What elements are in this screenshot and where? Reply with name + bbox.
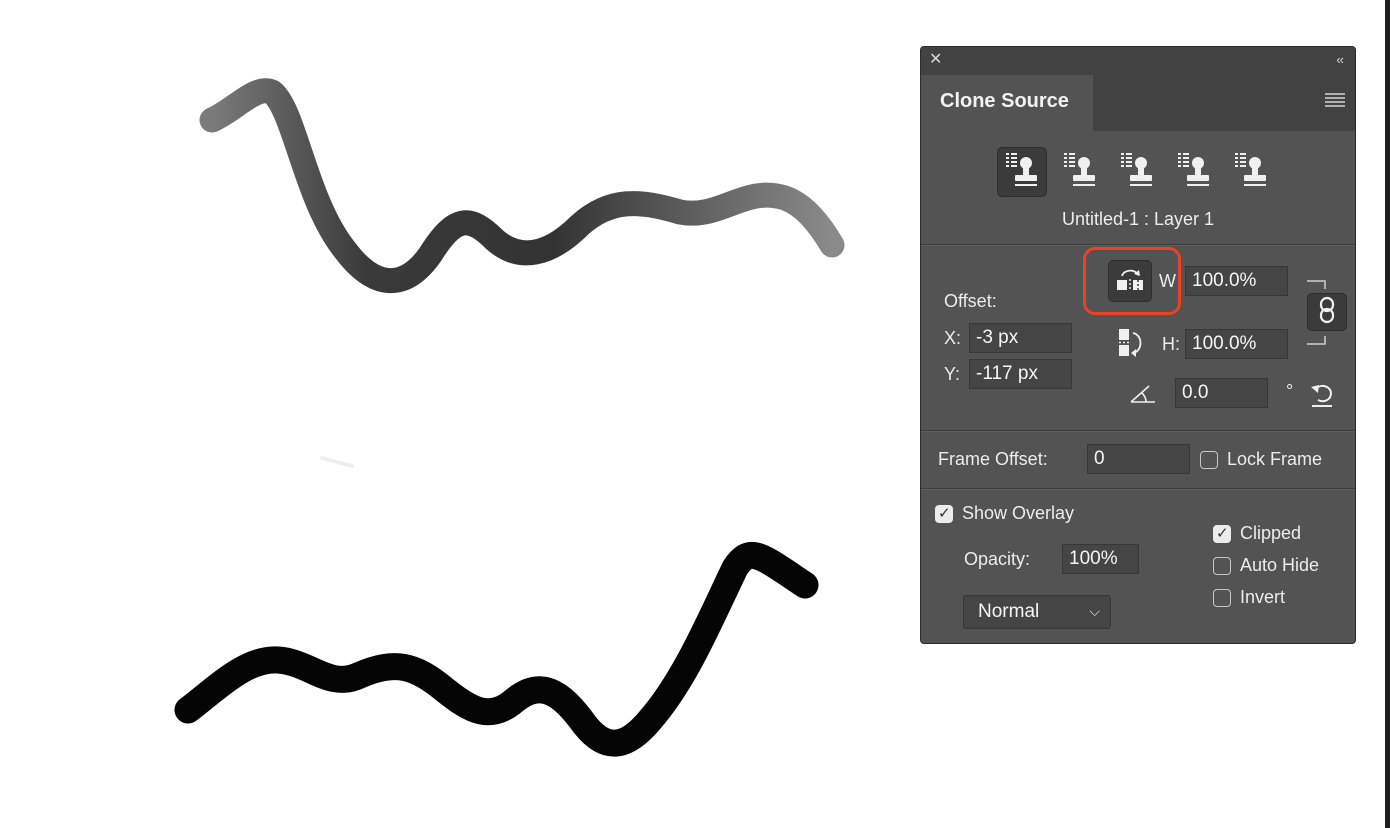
angle-field[interactable]: 0.0 (1175, 378, 1268, 408)
maintain-aspect-button[interactable] (1307, 293, 1347, 331)
width-field[interactable]: 100.0% (1185, 266, 1288, 296)
opacity-field[interactable]: 100% (1062, 544, 1139, 574)
clone-source-button-1[interactable] (997, 147, 1047, 197)
invert-checkbox[interactable] (1213, 589, 1231, 607)
tab-label: Clone Source (940, 90, 1069, 112)
offset-y-label: Y: (944, 364, 961, 384)
width-label: W (1159, 271, 1176, 291)
show-overlay-checkbox[interactable] (935, 504, 953, 523)
offset-x-label: X: (944, 328, 962, 348)
faint-mark (320, 456, 354, 468)
offset-label: Offset: (944, 291, 997, 311)
degree-symbol: ° (1286, 381, 1294, 401)
frame-offset-label: Frame Offset: (938, 449, 1048, 469)
clone-stamp-icon (1178, 152, 1210, 192)
blend-mode-select[interactable]: Normal ⌵ (963, 595, 1111, 629)
angle-icon (1129, 383, 1157, 410)
clipped-label: Clipped (1240, 523, 1302, 543)
height-label: H: (1162, 334, 1180, 354)
chevron-down-icon: ⌵ (1089, 603, 1100, 619)
brush-stroke (174, 541, 819, 757)
divider (921, 430, 1355, 431)
clone-stamp-icon (1235, 152, 1267, 192)
offset-y-field[interactable]: -117 px (969, 359, 1072, 389)
collapse-icon[interactable]: ‹‹ (1336, 52, 1344, 68)
clone-source-button-5[interactable] (1226, 147, 1276, 197)
clone-source-button-4[interactable] (1169, 147, 1219, 197)
reset-transform-icon[interactable] (1308, 380, 1336, 413)
clone-source-panel: ✕ ‹‹ Clone Source Untitled-1 : Layer 1 O… (920, 46, 1356, 644)
clone-stamp-icon (1006, 152, 1038, 192)
lock-frame-checkbox[interactable] (1200, 451, 1218, 469)
opacity-label: Opacity: (964, 549, 1031, 569)
offset-x-field[interactable]: -3 px (969, 323, 1072, 353)
invert-label: Invert (1240, 587, 1286, 607)
clone-overlay-stroke (199, 78, 845, 294)
close-icon[interactable]: ✕ (929, 52, 945, 68)
divider (921, 244, 1355, 245)
window-edge (1385, 0, 1390, 828)
blend-mode-value: Normal (978, 601, 1040, 622)
auto-hide-label: Auto Hide (1240, 555, 1320, 575)
lock-frame-label: Lock Frame (1227, 449, 1323, 469)
flip-vertical-icon[interactable] (1117, 327, 1147, 364)
clipped-checkbox[interactable] (1213, 524, 1231, 543)
clone-stamp-icon (1121, 152, 1153, 192)
clone-source-name: Untitled-1 : Layer 1 (1061, 209, 1215, 229)
divider (921, 488, 1355, 489)
link-bracket-bottom (1307, 333, 1327, 351)
link-icon (1319, 296, 1335, 329)
auto-hide-checkbox[interactable] (1213, 557, 1231, 575)
clone-source-button-3[interactable] (1112, 147, 1162, 197)
panel-menu-icon[interactable] (1325, 93, 1345, 112)
show-overlay-label: Show Overlay (962, 503, 1075, 523)
height-field[interactable]: 100.0% (1185, 329, 1288, 359)
panel-titlebar: ✕ ‹‹ (921, 47, 1355, 75)
tab-clone-source[interactable]: Clone Source (921, 75, 1093, 131)
clone-source-button-2[interactable] (1055, 147, 1105, 197)
panel-tabbar: Clone Source (921, 75, 1355, 131)
clone-stamp-icon (1064, 152, 1096, 192)
frame-offset-field[interactable]: 0 (1087, 444, 1190, 474)
